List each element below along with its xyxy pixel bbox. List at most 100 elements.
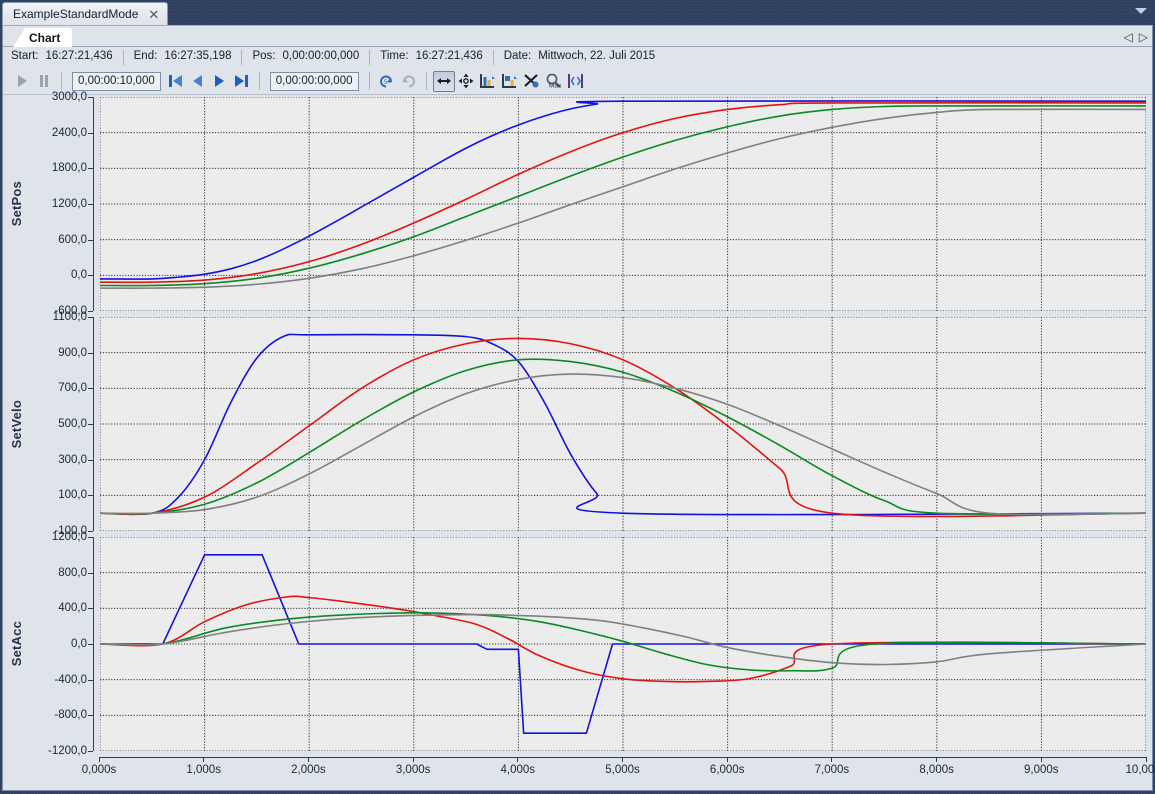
y-axis-tick <box>88 608 93 610</box>
x-tick-label: 1,000s <box>186 764 221 776</box>
tab-nav-prev-icon[interactable]: ◁ <box>1124 31 1133 43</box>
info-end-label: End: <box>133 50 158 62</box>
info-start: Start: 16:27:21,436 <box>11 50 124 65</box>
x-tick-label: 7,000s <box>814 764 850 776</box>
y-axis-tick <box>88 311 93 312</box>
x-tick-label: 6,000s <box>709 764 745 776</box>
x-tick-label: 2,000s <box>291 764 326 776</box>
x-tick-label: 8,000s <box>919 764 954 776</box>
y-axis-line <box>88 97 94 312</box>
window-tab-examplestandardmode[interactable]: ExampleStandardMode ✕ <box>2 2 169 25</box>
y-axis-tick <box>88 97 93 98</box>
y-tick-label: 600,0 <box>58 233 87 246</box>
y-axis-tick <box>88 275 93 277</box>
y-axis-tick <box>88 459 93 461</box>
y-axis-tick <box>88 204 93 205</box>
plot-area-setvelo[interactable] <box>100 317 1146 531</box>
y-axis-tick <box>88 317 93 318</box>
plot-setpos: SetPos 3000,0 2400,0 1800,0 1200,0 600,0 0,0 -6… <box>3 91 1152 317</box>
y-axis-line <box>88 317 94 532</box>
y-axis-title-label: SetVelo <box>8 399 24 449</box>
chevron-down-icon[interactable] <box>1135 8 1147 14</box>
plot-setvelo: SetVelo 1100,0 900,0 700,0 500,0 300,0 100,0 -1… <box>3 311 1152 537</box>
y-tick-label: 500,0 <box>58 418 87 430</box>
x-axis-tick <box>412 757 414 762</box>
zoom-max-button[interactable]: Max <box>543 71 565 92</box>
y-axis-title-setpos: SetPos <box>3 97 29 311</box>
x-axis-tick <box>726 757 728 762</box>
position-field[interactable]: 0,00:00:00,000 <box>269 71 359 91</box>
info-end: End: 16:27:35,198 <box>134 50 243 65</box>
x-tick-label: 10,000s <box>1125 764 1155 776</box>
close-icon[interactable]: ✕ <box>146 8 161 21</box>
x-axis-tick <box>1145 757 1147 762</box>
y-tick-label: 900,0 <box>58 346 87 359</box>
info-pos-label: Pos: <box>252 50 276 62</box>
pause-button[interactable] <box>33 71 55 92</box>
scale-y-left-button[interactable] <box>477 71 499 92</box>
y-axis-tick <box>88 495 93 497</box>
y-tick-label: 300,0 <box>58 453 87 466</box>
info-end-value: 16:27:35,198 <box>164 50 232 62</box>
chart-toolbar: 0,00:00:10,000 0,00:00:00,000 5 Max <box>3 68 1152 95</box>
x-tick-label: 5,000s <box>605 764 640 776</box>
y-tick-label: 100,0 <box>58 489 87 502</box>
tab-nav: ◁ ▷ <box>1124 28 1148 45</box>
undo-zoom-icon[interactable]: 5 <box>376 71 398 92</box>
inner-tabstrip: Chart ◁ ▷ <box>3 26 1152 47</box>
y-axis-tick <box>88 644 93 645</box>
y-tick-labels-setpos: 3000,0 2400,0 1800,0 1200,0 600,0 0,0 -600,0 <box>29 91 93 317</box>
plot-area-setpos[interactable] <box>100 97 1146 311</box>
y-axis-tick <box>88 531 93 532</box>
skip-to-end-button[interactable] <box>231 71 253 92</box>
y-tick-label: 400,0 <box>58 602 87 615</box>
info-date-label: Date: <box>503 50 532 62</box>
y-axis-title-setvelo: SetVelo <box>3 317 29 531</box>
info-date-value: Mittwoch, 22. Juli 2015 <box>538 50 656 62</box>
fit-view-button[interactable] <box>565 71 587 92</box>
y-axis-tick <box>88 352 93 354</box>
x-axis-tick <box>1040 757 1042 762</box>
zoom-both-axes-button[interactable] <box>455 71 477 92</box>
y-tick-labels-setacc: 1200,0 800,0 400,0 0,0 -400,0 -800,0 -1200,0 <box>29 531 93 757</box>
toolbar-divider <box>61 72 62 90</box>
tab-chart[interactable]: Chart <box>13 28 73 47</box>
y-tick-label: 1200,0 <box>51 531 87 543</box>
clear-marks-button[interactable] <box>521 71 543 92</box>
y-axis-tick <box>88 388 93 390</box>
skip-to-start-button[interactable] <box>165 71 187 92</box>
y-axis-tick <box>88 168 93 170</box>
toolbar-divider <box>425 72 427 90</box>
x-axis-tick <box>307 757 309 762</box>
y-axis-tick <box>88 537 93 538</box>
x-axis-tick <box>831 757 833 762</box>
play-button[interactable] <box>11 71 33 92</box>
x-axis: 0,000s 1,000s 2,000s 3,000s 4,000s 5,000s 6,00… <box>82 757 1155 791</box>
y-tick-label: -1200,0 <box>47 745 87 757</box>
toolbar-divider <box>368 72 370 90</box>
info-time: Time: 16:27:21,436 <box>380 50 494 65</box>
x-axis-tick <box>517 757 519 762</box>
x-tick-label: 4,000s <box>500 764 536 776</box>
scale-y-right-button[interactable] <box>499 71 521 92</box>
chart-plots: SetPos 3000,0 2400,0 1800,0 1200,0 600,0 0,0 -6… <box>3 91 1152 757</box>
y-tick-label: 1800,0 <box>51 162 87 175</box>
y-tick-label: 1200,0 <box>51 198 87 210</box>
step-back-button[interactable] <box>187 71 209 92</box>
step-forward-button[interactable] <box>209 71 231 92</box>
zoom-horizontal-button[interactable] <box>432 70 455 92</box>
y-axis-title-label: SetAcc <box>8 621 24 667</box>
y-axis-tick <box>88 715 93 717</box>
plot-setacc: SetAcc 1200,0 800,0 400,0 0,0 -400,0 -800,0 -12… <box>3 531 1152 757</box>
info-start-label: Start: <box>11 50 39 62</box>
y-axis-title-label: SetPos <box>8 181 24 227</box>
tab-nav-next-icon[interactable]: ▷ <box>1139 31 1148 43</box>
y-axis-tick <box>88 424 93 425</box>
plot-area-setacc[interactable] <box>100 537 1146 751</box>
x-axis-tick <box>98 757 100 762</box>
y-axis-tick <box>88 132 93 134</box>
x-axis-tick <box>936 757 938 762</box>
y-tick-label: -400,0 <box>54 673 87 686</box>
duration-field[interactable]: 0,00:00:10,000 <box>72 71 161 91</box>
svg-text:Max: Max <box>549 83 562 90</box>
